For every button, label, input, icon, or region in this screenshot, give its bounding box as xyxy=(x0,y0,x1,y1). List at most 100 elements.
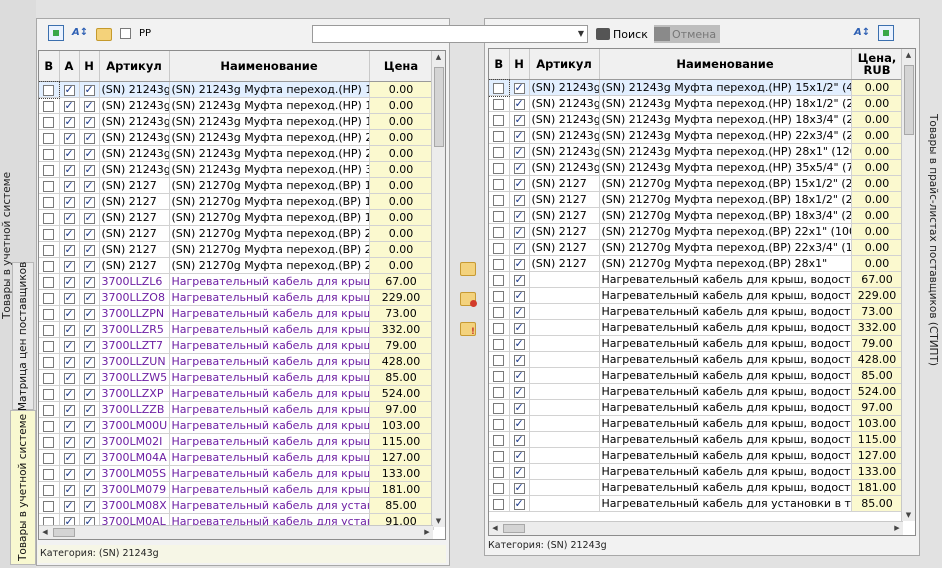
price-cell[interactable]: 0.00 xyxy=(369,81,434,98)
price-cell[interactable]: 79.00 xyxy=(851,335,904,352)
name-cell[interactable]: Нагревательный кабель для крыш, водосток… xyxy=(599,447,852,464)
name-cell[interactable]: (SN) 21270g Муфта переход.(ВР) 15х1/2" (… xyxy=(169,177,370,194)
article-cell[interactable]: (SN) 2127 xyxy=(529,207,600,224)
export-sheet-icon[interactable] xyxy=(48,25,64,41)
name-cell[interactable]: (SN) 21270g Муфта переход.(ВР) 15х1/2" (… xyxy=(599,175,852,192)
checkbox-n[interactable] xyxy=(513,257,525,271)
price-cell[interactable]: 0.00 xyxy=(851,223,904,240)
name-cell[interactable]: (SN) 21243g Муфта переход.(НР) 22х3/4" (… xyxy=(169,129,370,146)
unlink-folder-icon[interactable] xyxy=(460,292,477,307)
table-row[interactable]: Нагревательный кабель для крыш, водосток… xyxy=(489,271,904,288)
pp-checkbox[interactable] xyxy=(120,27,131,39)
scroll-right-icon[interactable]: ▶ xyxy=(891,522,903,535)
article-cell[interactable]: 3700LM079 xyxy=(99,481,170,498)
name-cell[interactable]: (SN) 21243g Муфта переход.(НР) 28х1" (12… xyxy=(599,143,852,160)
left-scroll-thumb[interactable] xyxy=(434,67,444,147)
checkbox-n[interactable] xyxy=(83,195,95,209)
table-row[interactable]: 3700LLZZBНагревательный кабель для крыш,… xyxy=(39,401,434,418)
name-cell[interactable]: (SN) 21270g Муфта переход.(ВР) 28х1" xyxy=(169,257,370,274)
table-row[interactable]: 3700LLZL6Нагревательный кабель для крыш,… xyxy=(39,273,434,290)
article-cell[interactable]: (SN) 21243g xyxy=(99,113,170,130)
checkbox-a[interactable] xyxy=(63,259,75,273)
table-row[interactable]: (SN) 21243g(SN) 21243g Муфта переход.(НР… xyxy=(489,78,904,97)
warning-folder-icon[interactable] xyxy=(460,322,476,337)
col-header-b[interactable]: В xyxy=(489,49,510,80)
price-cell[interactable]: 0.00 xyxy=(851,111,904,128)
name-cell[interactable]: Нагревательный кабель для установки в тр… xyxy=(169,497,370,514)
name-cell[interactable]: Нагревательный кабель для крыш, водосток… xyxy=(169,289,370,306)
checkbox-b[interactable] xyxy=(493,98,505,110)
checkbox-a[interactable] xyxy=(63,435,75,449)
price-cell[interactable]: 127.00 xyxy=(851,447,904,464)
article-cell[interactable]: 3700LLZPN xyxy=(99,305,170,322)
checkbox-n[interactable] xyxy=(83,131,95,145)
table-row[interactable]: (SN) 21243g(SN) 21243g Муфта переход.(НР… xyxy=(489,111,904,128)
checkbox-a[interactable] xyxy=(63,163,75,177)
checkbox-n[interactable] xyxy=(83,179,95,193)
checkbox-n[interactable] xyxy=(513,353,525,367)
table-row[interactable]: Нагревательный кабель для крыш, водосток… xyxy=(489,367,904,384)
price-cell[interactable]: 97.00 xyxy=(851,399,904,416)
price-cell[interactable]: 67.00 xyxy=(369,273,434,290)
price-cell[interactable]: 0.00 xyxy=(369,225,434,242)
checkbox-a[interactable] xyxy=(63,371,75,385)
cancel-button[interactable]: Отмена xyxy=(654,25,721,43)
table-row[interactable]: (SN) 21243g(SN) 21243g Муфта переход.(НР… xyxy=(39,80,434,99)
article-cell[interactable] xyxy=(529,335,600,352)
table-row[interactable]: 3700LLZXPНагревательный кабель для крыш,… xyxy=(39,385,434,402)
name-cell[interactable]: (SN) 21243g Муфта переход.(НР) 15х1/2" (… xyxy=(599,79,852,96)
scroll-down-icon[interactable]: ▼ xyxy=(902,509,915,521)
table-row[interactable]: Нагревательный кабель для крыш, водосток… xyxy=(489,303,904,320)
col-header-a[interactable]: А xyxy=(59,51,80,82)
article-cell[interactable]: 3700LLZR5 xyxy=(99,321,170,338)
checkbox-b[interactable] xyxy=(493,194,505,206)
price-cell[interactable]: 0.00 xyxy=(369,241,434,258)
name-cell[interactable]: (SN) 21243g Муфта переход.(НР) 35х5/4" (… xyxy=(599,159,852,176)
table-row[interactable]: Нагревательный кабель для крыш, водосток… xyxy=(489,319,904,336)
checkbox-n[interactable] xyxy=(83,227,95,241)
checkbox-a[interactable] xyxy=(63,211,75,225)
checkbox-b[interactable] xyxy=(43,452,55,464)
checkbox-b[interactable] xyxy=(43,132,55,144)
article-cell[interactable] xyxy=(529,383,600,400)
price-cell[interactable]: 0.00 xyxy=(369,193,434,210)
price-cell[interactable]: 428.00 xyxy=(369,353,434,370)
right-horizontal-scrollbar[interactable]: ◀ ▶ xyxy=(489,521,903,535)
checkbox-n[interactable] xyxy=(513,81,525,95)
name-cell[interactable]: (SN) 21243g Муфта переход.(НР) 35х5/4" (… xyxy=(169,161,370,178)
table-row[interactable]: Нагревательный кабель для крыш, водосток… xyxy=(489,415,904,432)
checkbox-n[interactable] xyxy=(513,145,525,159)
checkbox-n[interactable] xyxy=(83,259,95,273)
name-cell[interactable]: Нагревательный кабель для крыш, водосток… xyxy=(599,303,852,320)
name-cell[interactable]: (SN) 21243g Муфта переход.(НР) 22х3/4" (… xyxy=(599,127,852,144)
checkbox-b[interactable] xyxy=(493,402,505,414)
article-cell[interactable] xyxy=(529,447,600,464)
col-header-b[interactable]: В xyxy=(39,51,60,82)
price-cell[interactable]: 115.00 xyxy=(369,433,434,450)
name-cell[interactable]: (SN) 21270g Муфта переход.(ВР) 22х1" (10… xyxy=(169,225,370,242)
tab-supplier-price-matrix[interactable]: Матрица цен поставщиков xyxy=(12,261,34,411)
price-cell[interactable]: 73.00 xyxy=(369,305,434,322)
checkbox-n[interactable] xyxy=(83,323,95,337)
checkbox-b[interactable] xyxy=(43,372,55,384)
checkbox-b[interactable] xyxy=(493,82,505,94)
checkbox-n[interactable] xyxy=(83,371,95,385)
name-cell[interactable]: Нагревательный кабель для крыш, водосток… xyxy=(169,369,370,386)
price-cell[interactable]: 332.00 xyxy=(369,321,434,338)
table-row[interactable]: (SN) 21243g(SN) 21243g Муфта переход.(НР… xyxy=(39,97,434,114)
col-header-article[interactable]: Артикул xyxy=(529,49,600,80)
table-row[interactable]: 3700LLZR5Нагревательный кабель для крыш,… xyxy=(39,321,434,338)
checkbox-n[interactable] xyxy=(513,97,525,111)
folder-icon[interactable] xyxy=(96,28,112,41)
article-cell[interactable]: (SN) 21243g xyxy=(99,129,170,146)
name-cell[interactable]: Нагревательный кабель для установки в тр… xyxy=(599,495,852,512)
checkbox-b[interactable] xyxy=(43,164,55,176)
article-cell[interactable]: (SN) 21243g xyxy=(99,81,170,98)
article-cell[interactable] xyxy=(529,463,600,480)
article-cell[interactable]: (SN) 2127 xyxy=(99,257,170,274)
checkbox-b[interactable] xyxy=(493,434,505,446)
checkbox-n[interactable] xyxy=(83,211,95,225)
table-row[interactable]: Нагревательный кабель для крыш, водосток… xyxy=(489,335,904,352)
checkbox-b[interactable] xyxy=(493,466,505,478)
checkbox-b[interactable] xyxy=(43,436,55,448)
